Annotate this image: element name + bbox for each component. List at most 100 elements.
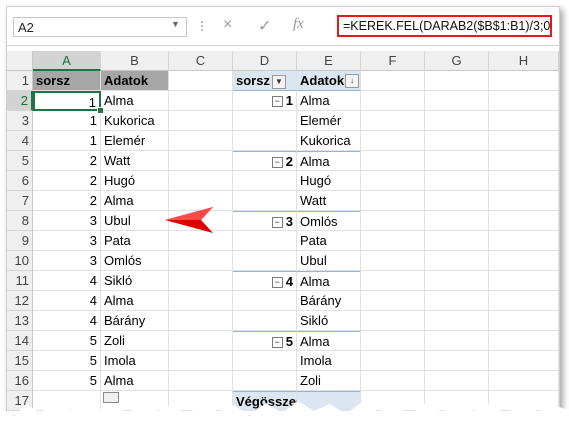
pivot-row-label-header[interactable]: sorsz ▼ bbox=[233, 71, 297, 91]
pivot-empty-cell[interactable] bbox=[233, 191, 297, 211]
sorsz-cell[interactable]: 3 bbox=[33, 211, 101, 231]
grid-cell[interactable] bbox=[361, 151, 425, 171]
pivot-group-key[interactable]: −2 bbox=[233, 151, 297, 171]
enter-icon[interactable]: ✓ bbox=[258, 16, 271, 36]
pivot-item[interactable]: Hugó bbox=[297, 171, 361, 191]
grid-cell[interactable] bbox=[425, 231, 489, 251]
pivot-item[interactable]: Ubul bbox=[297, 251, 361, 271]
grid-cell[interactable] bbox=[169, 331, 233, 351]
grid-cell[interactable] bbox=[425, 211, 489, 231]
adatok-cell[interactable]: Kukorica bbox=[101, 111, 169, 131]
formula-input[interactable]: =KEREK.FEL(DARAB2($B$1:B1)/3;0) bbox=[337, 15, 552, 37]
collapse-icon[interactable]: − bbox=[271, 157, 283, 169]
grid-cell[interactable] bbox=[169, 311, 233, 331]
collapse-icon[interactable]: − bbox=[271, 277, 283, 289]
sorsz-cell[interactable]: 1 bbox=[33, 91, 101, 111]
pivot-item[interactable]: Alma bbox=[297, 271, 361, 291]
adatok-cell[interactable]: Watt bbox=[101, 151, 169, 171]
grid-cell[interactable] bbox=[425, 171, 489, 191]
grid-cell[interactable] bbox=[361, 371, 425, 391]
sorsz-cell[interactable]: 2 bbox=[33, 151, 101, 171]
pivot-empty-cell[interactable] bbox=[233, 291, 297, 311]
grid-cell[interactable] bbox=[425, 331, 489, 351]
grid-cell[interactable] bbox=[361, 131, 425, 151]
grid-cell[interactable] bbox=[361, 311, 425, 331]
row-header-5[interactable]: 5 bbox=[7, 151, 33, 171]
pivot-item[interactable]: Bárány bbox=[297, 291, 361, 311]
row-header-4[interactable]: 4 bbox=[7, 131, 33, 151]
sorsz-cell[interactable]: 2 bbox=[33, 171, 101, 191]
column-header-g[interactable]: G bbox=[425, 51, 489, 71]
grid-cell[interactable] bbox=[489, 291, 559, 311]
sorsz-cell[interactable]: 5 bbox=[33, 331, 101, 351]
grid-cell[interactable] bbox=[489, 191, 559, 211]
pivot-group-key[interactable]: −4 bbox=[233, 271, 297, 291]
row-header-10[interactable]: 10 bbox=[7, 251, 33, 271]
pivot-group-key[interactable]: −1 bbox=[233, 91, 297, 111]
sorsz-cell[interactable]: 4 bbox=[33, 291, 101, 311]
pivot-item[interactable]: Imola bbox=[297, 351, 361, 371]
pivot-item[interactable]: Alma bbox=[297, 331, 361, 351]
grid-cell[interactable] bbox=[361, 171, 425, 191]
column-header-f[interactable]: F bbox=[361, 51, 425, 71]
grid-cell[interactable] bbox=[169, 371, 233, 391]
filter-dropdown-icon[interactable]: ▼ bbox=[271, 74, 286, 89]
grid-cell[interactable] bbox=[489, 331, 559, 351]
row-header-3[interactable]: 3 bbox=[7, 111, 33, 131]
grid-cell[interactable] bbox=[361, 271, 425, 291]
adatok-cell[interactable]: Ubul bbox=[101, 211, 169, 231]
grid-cell[interactable] bbox=[425, 71, 489, 91]
pivot-empty-cell[interactable] bbox=[233, 311, 297, 331]
grid-cell[interactable] bbox=[169, 251, 233, 271]
collapse-icon[interactable]: − bbox=[271, 337, 283, 349]
sort-filter-icon[interactable]: ↓ bbox=[345, 74, 359, 88]
sorsz-cell[interactable]: 4 bbox=[33, 311, 101, 331]
row-header-15[interactable]: 15 bbox=[7, 351, 33, 371]
pivot-item[interactable]: Kukorica bbox=[297, 131, 361, 151]
grid-cell[interactable] bbox=[489, 311, 559, 331]
adatok-cell[interactable]: Zoli bbox=[101, 331, 169, 351]
grid-cell[interactable] bbox=[489, 91, 559, 111]
grid-cell[interactable] bbox=[425, 151, 489, 171]
grid-cell[interactable] bbox=[361, 111, 425, 131]
grid-cell[interactable] bbox=[169, 151, 233, 171]
pivot-empty-cell[interactable] bbox=[233, 231, 297, 251]
grid-cell[interactable] bbox=[169, 171, 233, 191]
grid-cell[interactable] bbox=[361, 251, 425, 271]
grid-cell[interactable] bbox=[425, 271, 489, 291]
grid-cell[interactable] bbox=[169, 271, 233, 291]
grid-cell[interactable] bbox=[425, 91, 489, 111]
pivot-empty-cell[interactable] bbox=[233, 251, 297, 271]
row-header-8[interactable]: 8 bbox=[7, 211, 33, 231]
grid-cell[interactable] bbox=[489, 231, 559, 251]
grid-cell[interactable] bbox=[169, 351, 233, 371]
pivot-empty-cell[interactable] bbox=[233, 171, 297, 191]
pivot-empty-cell[interactable] bbox=[233, 111, 297, 131]
column-header-c[interactable]: C bbox=[169, 51, 233, 71]
row-header-7[interactable]: 7 bbox=[7, 191, 33, 211]
pivot-item[interactable]: Alma bbox=[297, 91, 361, 111]
grid-cell[interactable] bbox=[489, 351, 559, 371]
column-header-a[interactable]: A bbox=[33, 51, 101, 71]
grid-cell[interactable] bbox=[489, 271, 559, 291]
sorsz-cell[interactable]: 1 bbox=[33, 131, 101, 151]
adatok-cell[interactable]: Alma bbox=[101, 91, 169, 111]
row-header-12[interactable]: 12 bbox=[7, 291, 33, 311]
pivot-item[interactable]: Omlós bbox=[297, 211, 361, 231]
grid-cell[interactable] bbox=[425, 191, 489, 211]
pivot-item[interactable]: Zoli bbox=[297, 371, 361, 391]
row-header-6[interactable]: 6 bbox=[7, 171, 33, 191]
row-header-2[interactable]: 2 bbox=[7, 91, 33, 111]
source-header-sorsz[interactable]: sorsz bbox=[33, 71, 101, 91]
grid-cell[interactable] bbox=[361, 71, 425, 91]
collapse-icon[interactable]: − bbox=[271, 96, 283, 108]
pivot-group-key[interactable]: −5 bbox=[233, 331, 297, 351]
formula-bar-handle-icon[interactable]: ⋮ bbox=[196, 19, 208, 33]
grid-cell[interactable] bbox=[489, 251, 559, 271]
column-header-h[interactable]: H bbox=[489, 51, 559, 71]
grid-cell[interactable] bbox=[169, 291, 233, 311]
sorsz-cell[interactable]: 5 bbox=[33, 351, 101, 371]
adatok-cell[interactable]: Elemér bbox=[101, 131, 169, 151]
pivot-item[interactable]: Alma bbox=[297, 151, 361, 171]
collapse-icon[interactable]: − bbox=[271, 217, 283, 229]
